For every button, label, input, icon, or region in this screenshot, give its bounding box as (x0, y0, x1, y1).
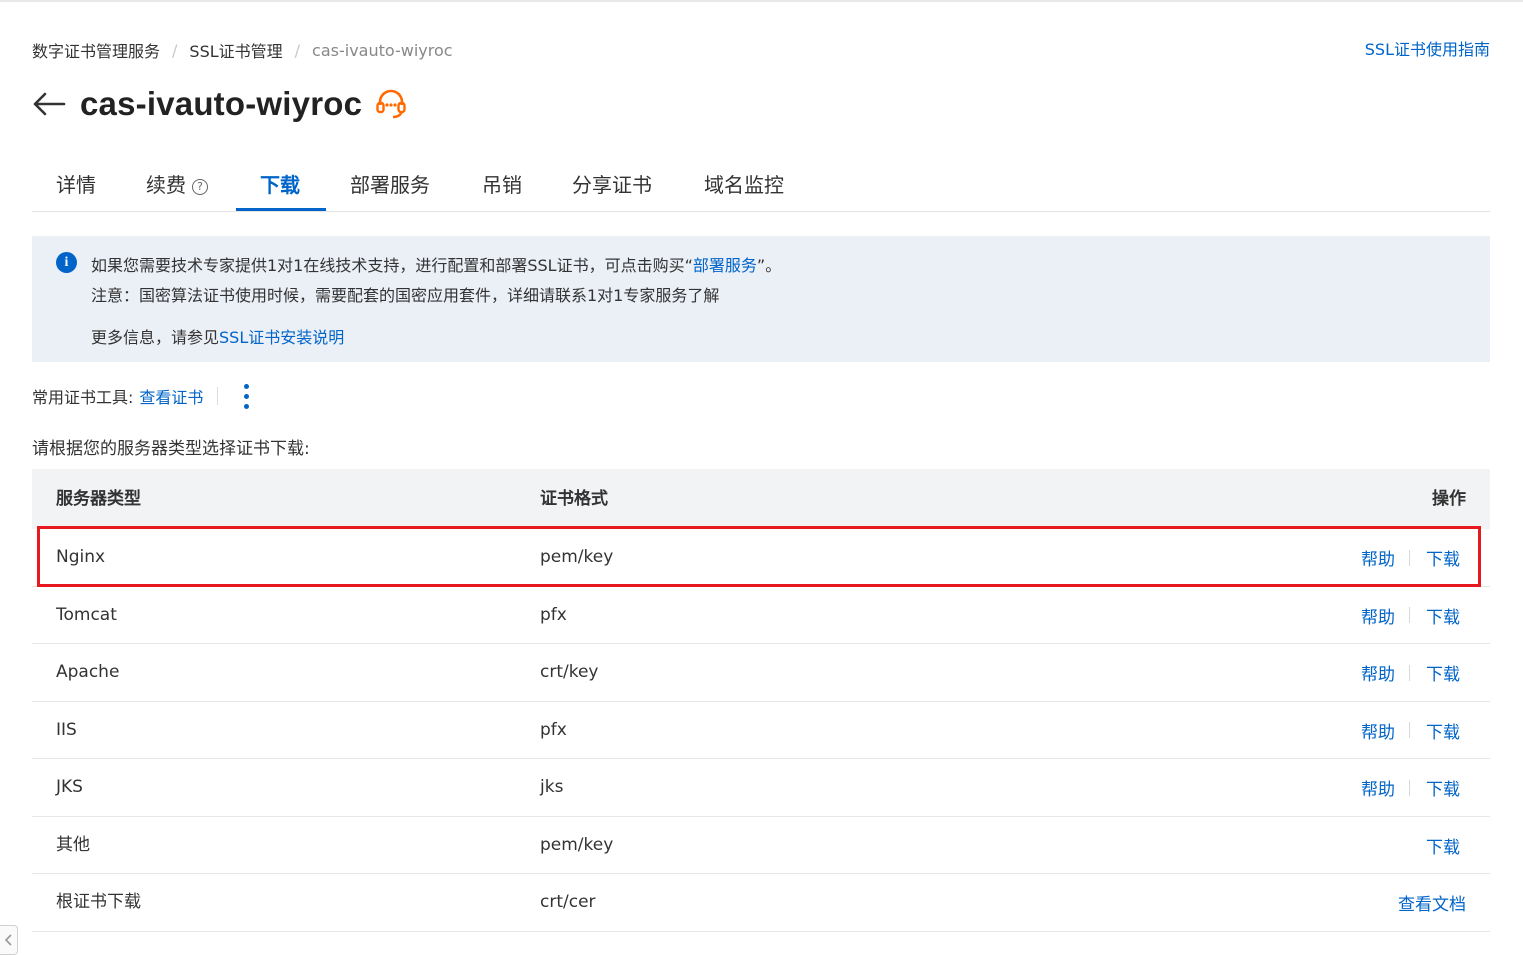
breadcrumb-separator: / (172, 40, 178, 60)
cert-tools-row: 常用证书工具: 查看证书 (32, 382, 256, 410)
row-actions: 帮助 下载 (1361, 644, 1460, 701)
download-link[interactable]: 下载 (1426, 545, 1460, 570)
info-notice: i 如果您需要技术专家提供1对1在线技术支持，进行配置和部署SSL证书，可点击购… (32, 236, 1490, 362)
server-type-cell: IIS (56, 719, 77, 740)
divider (1409, 722, 1410, 738)
column-header-actions: 操作 (1432, 489, 1466, 509)
download-link[interactable]: 下载 (1426, 718, 1460, 743)
tab-label: 详情 (56, 173, 96, 197)
top-divider (0, 0, 1523, 2)
active-tab-indicator (236, 208, 326, 211)
table-header: 服务器类型 证书格式 操作 (32, 469, 1490, 529)
tab-label: 部署服务 (350, 173, 430, 197)
page-title: cas-ivauto-wiyroc (80, 85, 363, 122)
download-link[interactable]: 下载 (1426, 833, 1460, 858)
cert-format-cell: pfx (540, 719, 567, 740)
help-link[interactable]: 帮助 (1361, 775, 1395, 800)
more-vertical-icon[interactable] (236, 382, 256, 410)
download-table: 服务器类型 证书格式 操作 Nginx pem/key 帮助 下载 Tomcat… (32, 469, 1490, 932)
tab-label: 吊销 (482, 173, 522, 197)
back-arrow-icon[interactable] (32, 86, 68, 122)
download-link[interactable]: 下载 (1426, 775, 1460, 800)
tab-label: 域名监控 (704, 173, 784, 197)
cert-format-cell: crt/cer (540, 892, 596, 912)
help-link[interactable]: 帮助 (1361, 718, 1395, 743)
tab-deploy-service[interactable]: 部署服务 (350, 160, 430, 212)
headset-icon[interactable] (374, 87, 408, 121)
cert-format-cell: pem/key (540, 547, 614, 567)
help-link[interactable]: 帮助 (1361, 660, 1395, 685)
chevron-left-icon[interactable] (0, 925, 18, 955)
column-header-format: 证书格式 (540, 489, 608, 509)
row-actions: 查看文档 (1398, 874, 1466, 931)
server-type-cell: JKS (56, 777, 83, 797)
cert-format-cell: crt/key (540, 662, 599, 682)
deploy-service-link[interactable]: 部署服务 (693, 256, 757, 275)
divider (1409, 607, 1410, 623)
row-actions: 帮助 下载 (1361, 587, 1460, 644)
title-row: cas-ivauto-wiyroc (32, 82, 408, 126)
table-row: Tomcat pfx 帮助 下载 (32, 587, 1490, 644)
view-docs-link[interactable]: 查看文档 (1398, 890, 1466, 915)
breadcrumb: 数字证书管理服务 / SSL证书管理 / cas-ivauto-wiyroc (32, 38, 453, 62)
cert-format-cell: jks (540, 777, 564, 797)
tab-bar: 详情 续费? 下载 部署服务 吊销 分享证书 域名监控 (32, 160, 1490, 212)
tab-details[interactable]: 详情 (56, 160, 96, 212)
tab-revoke[interactable]: 吊销 (482, 160, 522, 212)
table-row: 根证书下载 crt/cer 查看文档 (32, 874, 1490, 932)
server-type-cell: 根证书下载 (56, 892, 141, 912)
download-link[interactable]: 下载 (1426, 603, 1460, 628)
download-instruction: 请根据您的服务器类型选择证书下载: (32, 439, 310, 459)
tab-label: 分享证书 (572, 173, 652, 197)
table-row: Apache crt/key 帮助 下载 (32, 644, 1490, 702)
breadcrumb-item-ssl-management[interactable]: SSL证书管理 (189, 38, 282, 62)
tab-domain-monitor[interactable]: 域名监控 (704, 160, 784, 212)
breadcrumb-item-current: cas-ivauto-wiyroc (312, 40, 453, 60)
table-row: IIS pfx 帮助 下载 (32, 702, 1490, 759)
table-row: Nginx pem/key 帮助 下载 (32, 529, 1490, 587)
download-link[interactable]: 下载 (1426, 660, 1460, 685)
tab-share-cert[interactable]: 分享证书 (572, 160, 652, 212)
notice-line-1: 如果您需要技术专家提供1对1在线技术支持，进行配置和部署SSL证书，可点击购买“… (91, 252, 781, 276)
table-row: JKS jks 帮助 下载 (32, 759, 1490, 817)
divider (1409, 664, 1410, 681)
notice-line-3: 更多信息，请参见SSL证书安装说明 (91, 324, 344, 348)
table-row: 其他 pem/key 下载 (32, 817, 1490, 874)
row-actions: 帮助 下载 (1361, 759, 1460, 816)
server-type-cell: Apache (56, 662, 120, 682)
notice-text: 更多信息，请参见 (91, 328, 220, 347)
cert-format-cell: pfx (540, 604, 567, 625)
server-type-cell: Nginx (56, 547, 106, 567)
tab-label: 续费 (146, 173, 186, 197)
ssl-guide-link[interactable]: SSL证书使用指南 (1365, 38, 1490, 62)
divider (1409, 779, 1410, 796)
tab-renew[interactable]: 续费? (146, 160, 208, 212)
help-link[interactable]: 帮助 (1361, 603, 1395, 628)
notice-text: ”。 (756, 256, 782, 275)
divider (217, 387, 219, 405)
column-header-server: 服务器类型 (56, 489, 141, 509)
server-type-cell: 其他 (56, 834, 90, 855)
cert-format-cell: pem/key (540, 834, 614, 855)
question-circle-icon[interactable]: ? (192, 179, 208, 195)
breadcrumb-item-cert-service[interactable]: 数字证书管理服务 (32, 38, 160, 62)
tab-label: 下载 (260, 173, 300, 197)
server-type-cell: Tomcat (56, 604, 117, 625)
notice-text: 如果您需要技术专家提供1对1在线技术支持，进行配置和部署SSL证书，可点击购买“ (91, 256, 693, 275)
breadcrumb-separator: / (294, 40, 301, 60)
info-icon: i (56, 252, 77, 273)
view-cert-link[interactable]: 查看证书 (139, 384, 203, 408)
divider (1409, 549, 1410, 566)
help-link[interactable]: 帮助 (1361, 545, 1395, 570)
row-actions: 帮助 下载 (1361, 702, 1460, 759)
ssl-install-guide-link[interactable]: SSL证书安装说明 (219, 328, 344, 347)
row-actions: 下载 (1426, 817, 1460, 874)
tab-download[interactable]: 下载 (260, 160, 300, 212)
cert-tools-label: 常用证书工具: (32, 388, 134, 407)
row-actions: 帮助 下载 (1361, 529, 1460, 586)
notice-line-2: 注意：国密算法证书使用时候，需要配套的国密应用套件，详细请联系1对1专家服务了解 (91, 286, 720, 305)
